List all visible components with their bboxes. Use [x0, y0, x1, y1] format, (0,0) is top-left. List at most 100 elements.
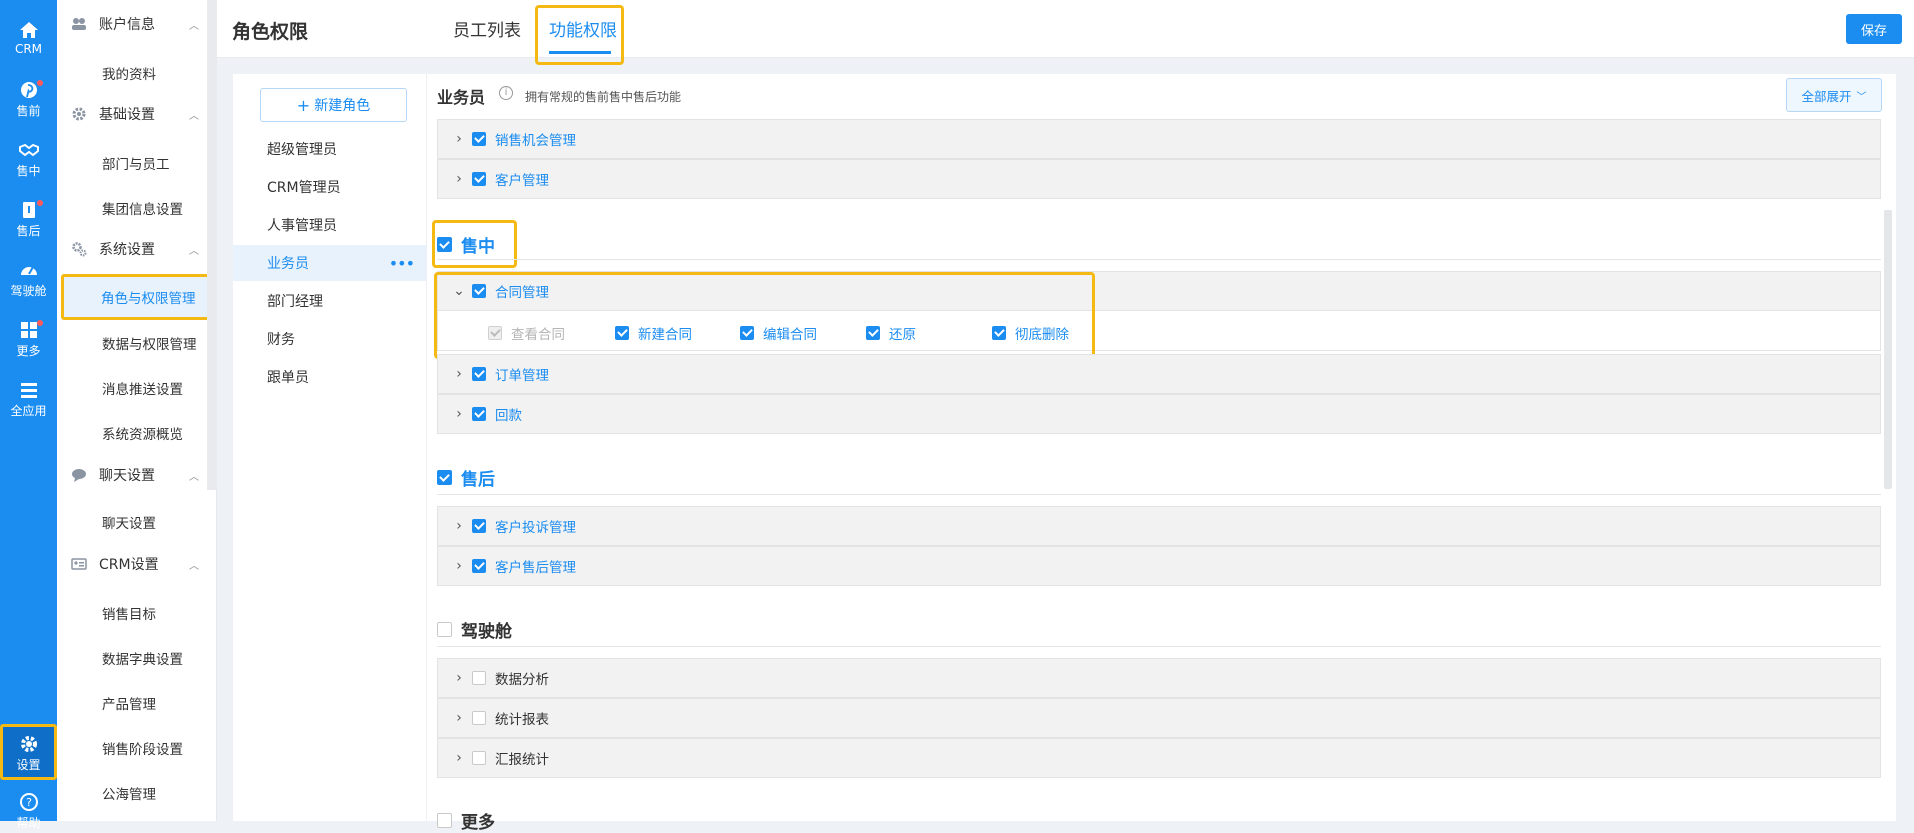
- grid-icon: [20, 322, 37, 338]
- section-header-insale[interactable]: 售中: [437, 232, 495, 257]
- gear-icon: [20, 736, 37, 752]
- checkbox[interactable]: [472, 367, 486, 381]
- checkbox[interactable]: [472, 751, 486, 765]
- sidebar-scrollbar[interactable]: [207, 0, 217, 490]
- expand-all-button[interactable]: 全部展开 ﹀: [1786, 78, 1882, 112]
- permission-row[interactable]: › 客户售后管理: [437, 546, 1881, 586]
- rail-item-insale[interactable]: 售中: [0, 140, 57, 179]
- sidebar-item-group-info[interactable]: 集团信息设置: [102, 198, 183, 218]
- chevron-right-icon[interactable]: ›: [446, 406, 472, 422]
- checkbox[interactable]: [437, 237, 452, 252]
- gear-icon: [72, 107, 86, 121]
- notification-dot: [37, 200, 43, 206]
- role-item[interactable]: 部门经理: [233, 283, 426, 319]
- sidebar-group-account[interactable]: 账户信息 ︿: [71, 12, 211, 36]
- role-item[interactable]: 超级管理员: [233, 131, 426, 167]
- divider: [437, 259, 1881, 260]
- info-icon: i: [499, 86, 513, 100]
- checkbox[interactable]: [437, 470, 452, 485]
- role-item[interactable]: 跟单员: [233, 359, 426, 395]
- active-tab-indicator: [549, 51, 611, 54]
- divider: [437, 494, 1881, 495]
- role-item[interactable]: 财务: [233, 321, 426, 357]
- rail-item-crm[interactable]: CRM: [0, 20, 57, 56]
- sidebar-group-basic[interactable]: 基础设置 ︿: [71, 102, 211, 126]
- chevron-right-icon[interactable]: ›: [446, 518, 472, 534]
- chevron-right-icon[interactable]: ›: [446, 366, 472, 382]
- sidebar-item-public-pool[interactable]: 公海管理: [102, 783, 156, 803]
- rail-item-aftersale[interactable]: 售后: [0, 200, 57, 239]
- sidebar-item-chat-settings[interactable]: 聊天设置: [102, 512, 156, 532]
- sidebar-group-system[interactable]: 系统设置 ︿: [71, 237, 211, 261]
- permission-row[interactable]: › 客户管理: [437, 159, 1881, 199]
- rail-item-more[interactable]: 更多: [0, 320, 57, 359]
- sidebar-item-sales-target[interactable]: 销售目标: [102, 603, 156, 623]
- section-header-aftersale[interactable]: 售后: [437, 465, 495, 490]
- tab-employee-list[interactable]: 员工列表: [453, 16, 521, 41]
- save-button[interactable]: 保存: [1846, 14, 1902, 44]
- role-item[interactable]: CRM管理员: [233, 169, 426, 205]
- chevron-right-icon[interactable]: ›: [446, 131, 472, 147]
- sidebar-item-message-push[interactable]: 消息推送设置: [102, 378, 183, 398]
- rail-item-cockpit[interactable]: 驾驶舱: [0, 260, 57, 299]
- content-scrollbar[interactable]: [1884, 210, 1892, 489]
- chevron-right-icon[interactable]: ›: [446, 670, 472, 686]
- rail-item-presale[interactable]: 售前: [0, 80, 57, 119]
- chevron-up-icon: ︿: [189, 245, 199, 257]
- sidebar-item-roles-permissions[interactable]: 角色与权限管理: [61, 274, 210, 320]
- role-item[interactable]: 人事管理员: [233, 207, 426, 243]
- permission-row[interactable]: › 销售机会管理: [437, 119, 1881, 159]
- tag-icon: [22, 202, 35, 218]
- more-icon[interactable]: •••: [389, 254, 415, 273]
- chevron-right-icon[interactable]: ›: [446, 750, 472, 766]
- permission-row[interactable]: › 数据分析: [437, 658, 1881, 698]
- checkbox[interactable]: [472, 671, 486, 685]
- sidebar-item-departments[interactable]: 部门与员工: [102, 153, 170, 173]
- divider: [437, 646, 1881, 647]
- sidebar-item-data-dictionary[interactable]: 数据字典设置: [102, 648, 183, 668]
- sidebar-item-sales-stages[interactable]: 销售阶段设置: [102, 738, 183, 758]
- chevron-right-icon[interactable]: ›: [446, 171, 472, 187]
- tab-function-permissions[interactable]: 功能权限: [549, 16, 617, 41]
- rail-item-help[interactable]: ? 帮助: [0, 792, 57, 831]
- page-title: 角色权限: [232, 21, 309, 43]
- sidebar-item-products[interactable]: 产品管理: [102, 693, 156, 713]
- role-item-active[interactable]: 业务员 •••: [233, 245, 426, 281]
- page-header: 角色权限 员工列表 功能权限 保存: [217, 0, 1914, 65]
- app-rail: CRM 售前 售中 售后 驾驶舱 更多 全应用 设置 ? 帮助: [0, 0, 57, 830]
- checkbox[interactable]: [472, 407, 486, 421]
- sidebar-group-chat[interactable]: 聊天设置 ︿: [71, 463, 211, 487]
- chevron-right-icon[interactable]: ›: [446, 710, 472, 726]
- chevron-up-icon: ︿: [189, 471, 199, 483]
- permission-row[interactable]: › 客户投诉管理: [437, 506, 1881, 546]
- permissions-panel: 业务员 i 拥有常规的售前售中售后功能 全部展开 ﹀ › 销售机会管理 › 客户…: [426, 74, 1896, 833]
- checkbox[interactable]: [472, 132, 486, 146]
- checkbox[interactable]: [472, 559, 486, 573]
- gears-icon: [72, 242, 87, 257]
- help-icon: ?: [19, 793, 38, 811]
- chat-icon: [72, 469, 86, 482]
- permission-row[interactable]: › 订单管理: [437, 354, 1881, 394]
- role-title: 业务员: [437, 88, 486, 107]
- sidebar-item-resources[interactable]: 系统资源概览: [102, 423, 183, 443]
- checkbox[interactable]: [472, 711, 486, 725]
- users-icon: [72, 18, 86, 30]
- new-role-button[interactable]: + 新建角色: [260, 88, 407, 122]
- permission-row[interactable]: › 汇报统计: [437, 738, 1881, 778]
- sidebar-group-crm[interactable]: CRM设置 ︿: [71, 552, 211, 576]
- checkbox[interactable]: [472, 172, 486, 186]
- section-header-cockpit[interactable]: 驾驶舱: [437, 617, 512, 642]
- permission-row[interactable]: › 回款: [437, 394, 1881, 434]
- checkbox[interactable]: [437, 622, 452, 637]
- sidebar-item-data-permissions[interactable]: 数据与权限管理: [102, 333, 197, 353]
- checkbox[interactable]: [472, 519, 486, 533]
- permission-row[interactable]: › 统计报表: [437, 698, 1881, 738]
- pinterest-icon: [20, 82, 37, 98]
- rail-item-settings[interactable]: 设置: [0, 724, 57, 780]
- chevron-down-icon: ﹀: [1856, 91, 1867, 103]
- chevron-right-icon[interactable]: ›: [446, 558, 472, 574]
- sidebar-item-profile[interactable]: 我的资料: [102, 63, 156, 83]
- svg-text:?: ?: [26, 796, 32, 809]
- role-list-panel: + 新建角色 超级管理员 CRM管理员 人事管理员 业务员 ••• 部门经理 财…: [233, 74, 426, 821]
- rail-item-all-apps[interactable]: 全应用: [0, 380, 57, 419]
